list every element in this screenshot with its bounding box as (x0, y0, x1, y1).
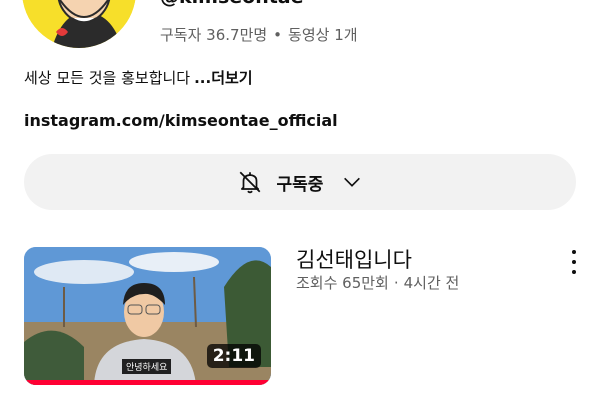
channel-avatar[interactable] (22, 0, 136, 48)
watch-progress-bar (24, 380, 271, 385)
more-vert-icon[interactable] (564, 250, 584, 274)
channel-handle: @kimseontae (160, 0, 304, 8)
meta-separator: · (393, 274, 399, 292)
video-title[interactable]: 김선태입니다 (296, 244, 412, 274)
meta-separator: • (273, 26, 283, 44)
upload-age: 4시간 전 (403, 274, 460, 292)
more-link[interactable]: ...더보기 (194, 69, 253, 87)
subscribed-button[interactable]: 구독중 (24, 154, 576, 210)
watch-progress-fill (24, 380, 271, 385)
channel-link[interactable]: instagram.com/kimseontae_official (24, 111, 338, 130)
video-caption: 안녕하세요 (122, 359, 172, 374)
video-count: 동영상 1개 (288, 26, 358, 44)
view-count: 조회수 65만회 (296, 274, 389, 292)
chevron-down-icon (344, 177, 361, 187)
avatar-illustration (22, 0, 136, 48)
channel-description[interactable]: 세상 모든 것을 홍보합니다 ...더보기 (24, 67, 253, 88)
video-thumbnail[interactable]: 안녕하세요 2:11 (24, 247, 271, 385)
channel-meta: 구독자 36.7만명 • 동영상 1개 (160, 24, 358, 45)
video-duration: 2:11 (206, 344, 261, 368)
description-text: 세상 모든 것을 홍보합니다 (24, 69, 191, 87)
bell-off-icon (239, 171, 260, 194)
video-meta: 조회수 65만회 · 4시간 전 (296, 272, 459, 293)
subscriber-count: 구독자 36.7만명 (160, 26, 268, 44)
subscribed-label: 구독중 (276, 174, 324, 195)
